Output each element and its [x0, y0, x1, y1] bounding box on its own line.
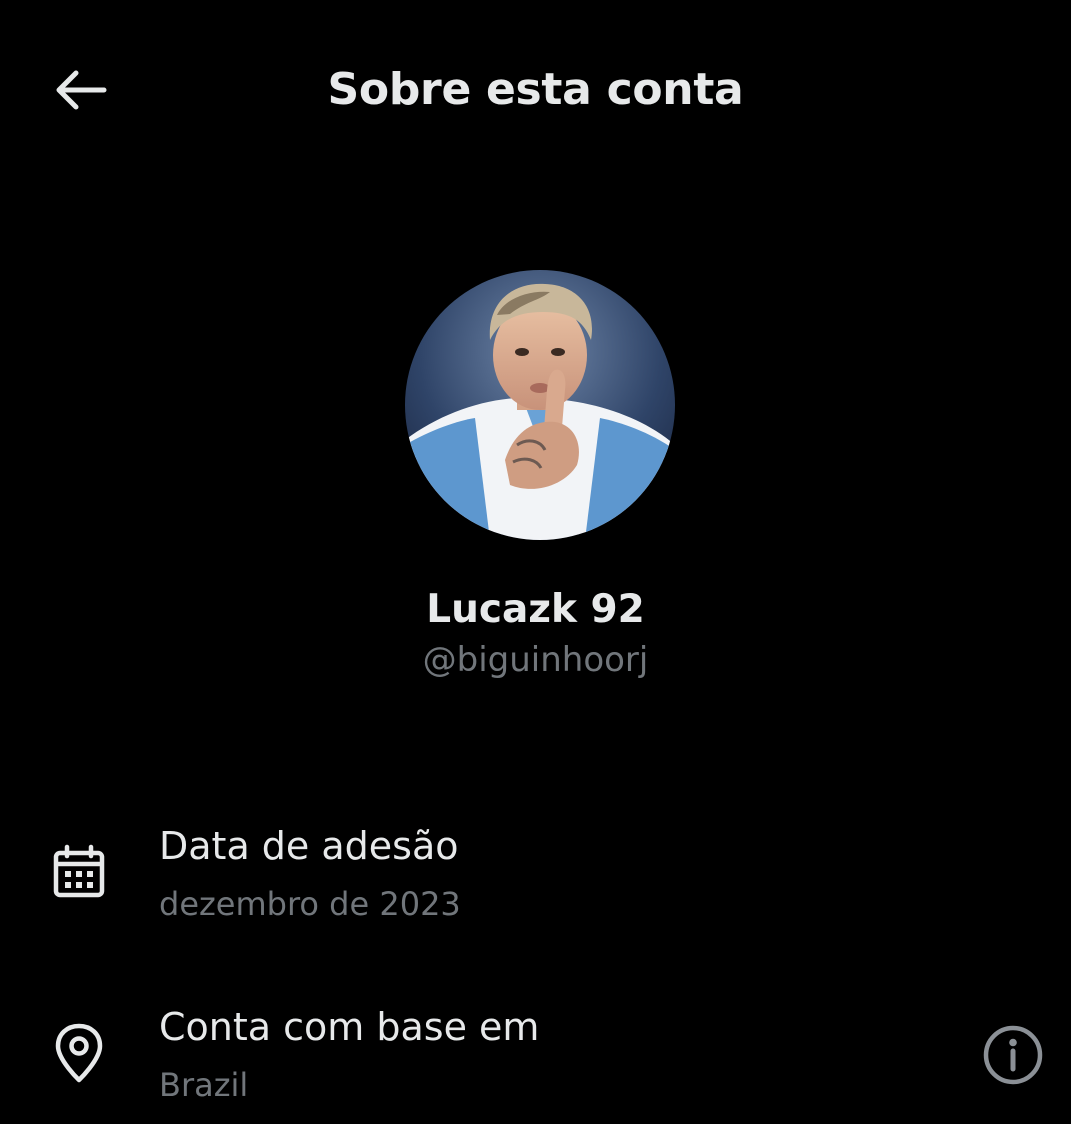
profile-photo — [405, 270, 675, 540]
info-circle-icon — [983, 1025, 1043, 1085]
page-title: Sobre esta conta — [327, 64, 744, 115]
join-date-value: dezembro de 2023 — [159, 885, 461, 923]
account-location-label: Conta com base em — [159, 1005, 540, 1049]
display-name: Lucazk 92 — [426, 587, 645, 632]
join-date-label: Data de adesão — [159, 824, 459, 868]
join-date-row: Data de adesão dezembro de 2023 — [0, 815, 1071, 935]
user-handle: @biguinhoorj — [422, 640, 649, 680]
account-location-value: Brazil — [159, 1066, 249, 1104]
more-info-button[interactable] — [978, 1020, 1048, 1090]
top-bar: Sobre esta conta — [0, 0, 1071, 180]
account-location-row: Conta com base em Brazil — [0, 996, 1071, 1116]
avatar[interactable] — [405, 270, 675, 540]
location-pin-icon — [46, 1020, 112, 1086]
calendar-icon — [46, 839, 112, 905]
